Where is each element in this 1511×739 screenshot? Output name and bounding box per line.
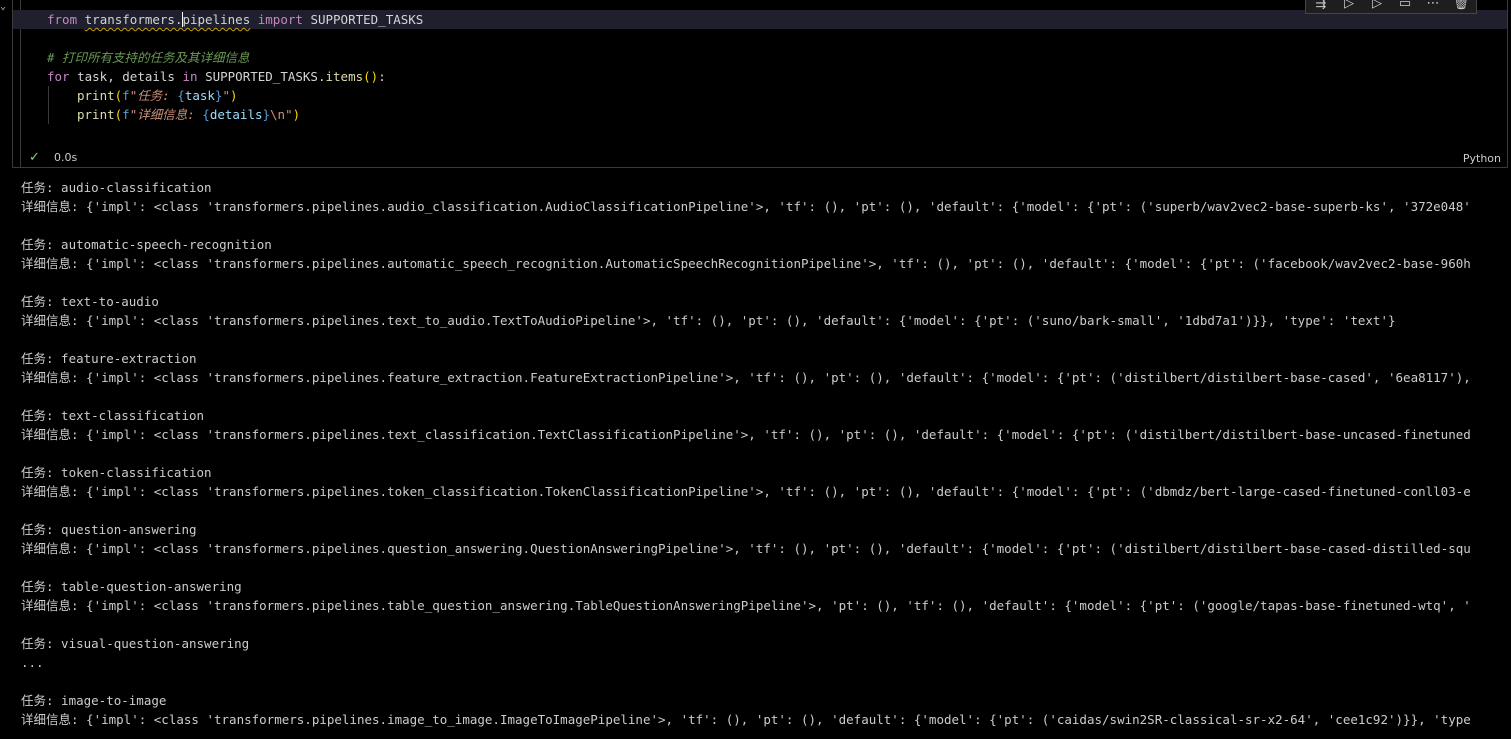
imported-name: SUPPORTED_TASKS bbox=[310, 12, 424, 27]
output-details-line: 详细信息: {'impl': <class 'transformers.pipe… bbox=[21, 256, 1471, 271]
code-comment: # 打印所有支持的任务及其详细信息 bbox=[47, 50, 250, 65]
output-task-line: 任务: audio-classification bbox=[21, 180, 212, 195]
string-end: " bbox=[222, 88, 230, 103]
execute-above-icon[interactable]: ▷ bbox=[1340, 0, 1358, 12]
output-details-line: 详细信息: {'impl': <class 'transformers.pipe… bbox=[21, 427, 1471, 442]
parens: () bbox=[363, 69, 379, 84]
keyword-import: import bbox=[257, 12, 303, 27]
loop-object: SUPPORTED_TASKS bbox=[205, 69, 318, 84]
cell-language[interactable]: Python bbox=[1463, 152, 1501, 165]
paren-close: ) bbox=[292, 107, 301, 122]
output-task-line: 任务: visual-question-answering bbox=[21, 636, 250, 651]
output-task-line: 任务: token-classification bbox=[21, 465, 212, 480]
code-editor[interactable]: from transformers.pipelines import SUPPO… bbox=[13, 0, 1509, 140]
output-task-line: 任务: feature-extraction bbox=[21, 351, 197, 366]
output-task-line: 任务: text-to-audio bbox=[21, 294, 159, 309]
output-ellipsis: ... bbox=[21, 655, 44, 670]
execute-below-icon[interactable]: ▷ bbox=[1368, 0, 1386, 12]
brace-open: { bbox=[177, 88, 185, 103]
string-literal: "详细信息: bbox=[129, 107, 203, 122]
loop-vars: task, details bbox=[77, 69, 175, 84]
output-details-line: 详细信息: {'impl': <class 'transformers.pipe… bbox=[21, 712, 1471, 727]
string-literal: "任务: bbox=[129, 88, 178, 103]
cell-status-bar: ✓ 0.0s Python bbox=[13, 148, 1507, 168]
execution-time: 0.0s bbox=[54, 151, 78, 164]
output-details-line: 详细信息: {'impl': <class 'transformers.pipe… bbox=[21, 370, 1471, 385]
brace-close: } bbox=[262, 107, 271, 122]
fstring-prefix: f bbox=[122, 107, 130, 122]
function-name: print bbox=[77, 88, 115, 103]
output-details-line: 详细信息: {'impl': <class 'transformers.pipe… bbox=[21, 541, 1471, 556]
fstring-var: details bbox=[209, 107, 263, 122]
code-line-2[interactable]: # 打印所有支持的任务及其详细信息 bbox=[47, 48, 250, 67]
output-task-line: 任务: automatic-speech-recognition bbox=[21, 237, 272, 252]
cell-toolbar: ⇶ ▷ ▷ ▭ ⋯ 🗑 bbox=[1305, 0, 1477, 14]
output-task-line: 任务: image-to-image bbox=[21, 693, 167, 708]
output-task-line: 任务: text-classification bbox=[21, 408, 205, 423]
colon: : bbox=[378, 69, 386, 84]
brace-open: { bbox=[202, 107, 210, 122]
cell-output: 任务: audio-classification 详细信息: {'impl': … bbox=[21, 178, 1511, 729]
output-details-line: 详细信息: {'impl': <class 'transformers.pipe… bbox=[21, 199, 1471, 214]
success-check-icon: ✓ bbox=[29, 150, 40, 165]
output-task-line: 任务: table-question-answering bbox=[21, 579, 242, 594]
dot: . bbox=[317, 69, 326, 84]
code-line-5[interactable]: print(f"详细信息: {details}\n") bbox=[77, 105, 300, 124]
output-details-line: 详细信息: {'impl': <class 'transformers.pipe… bbox=[21, 598, 1471, 613]
keyword-in: in bbox=[182, 69, 198, 84]
delete-icon[interactable]: 🗑 bbox=[1452, 0, 1470, 12]
notebook-view: ⌄ from transformers.pipelines import SUP… bbox=[0, 0, 1511, 739]
code-line-3[interactable]: for task, details in SUPPORTED_TASKS.ite… bbox=[47, 67, 386, 86]
more-icon[interactable]: ⋯ bbox=[1424, 0, 1442, 12]
code-line-4[interactable]: print(f"任务: {task}") bbox=[77, 86, 238, 105]
code-cell[interactable]: from transformers.pipelines import SUPPO… bbox=[12, 0, 1508, 168]
run-by-line-icon[interactable]: ⇶ bbox=[1312, 0, 1330, 12]
chevron-down-icon[interactable]: ⌄ bbox=[0, 2, 9, 12]
output-task-line: 任务: question-answering bbox=[21, 522, 197, 537]
output-details-line: 详细信息: {'impl': <class 'transformers.pipe… bbox=[21, 484, 1471, 499]
function-name: print bbox=[77, 107, 115, 122]
method-name: items bbox=[325, 69, 364, 84]
fstring-prefix: f bbox=[122, 88, 130, 103]
module-name: transformers. bbox=[84, 12, 183, 27]
keyword-for: for bbox=[47, 69, 70, 84]
keyword-from: from bbox=[47, 12, 78, 27]
code-line-1[interactable]: from transformers.pipelines import SUPPO… bbox=[47, 10, 423, 29]
indent-guide bbox=[48, 86, 49, 124]
fstring-var: task bbox=[184, 88, 215, 103]
module-name-sub: pipelines bbox=[182, 12, 251, 27]
paren-close: ) bbox=[229, 88, 238, 103]
string-end: \n" bbox=[270, 107, 293, 122]
split-cell-icon[interactable]: ▭ bbox=[1396, 0, 1414, 12]
output-details-line: 详细信息: {'impl': <class 'transformers.pipe… bbox=[21, 313, 1396, 328]
